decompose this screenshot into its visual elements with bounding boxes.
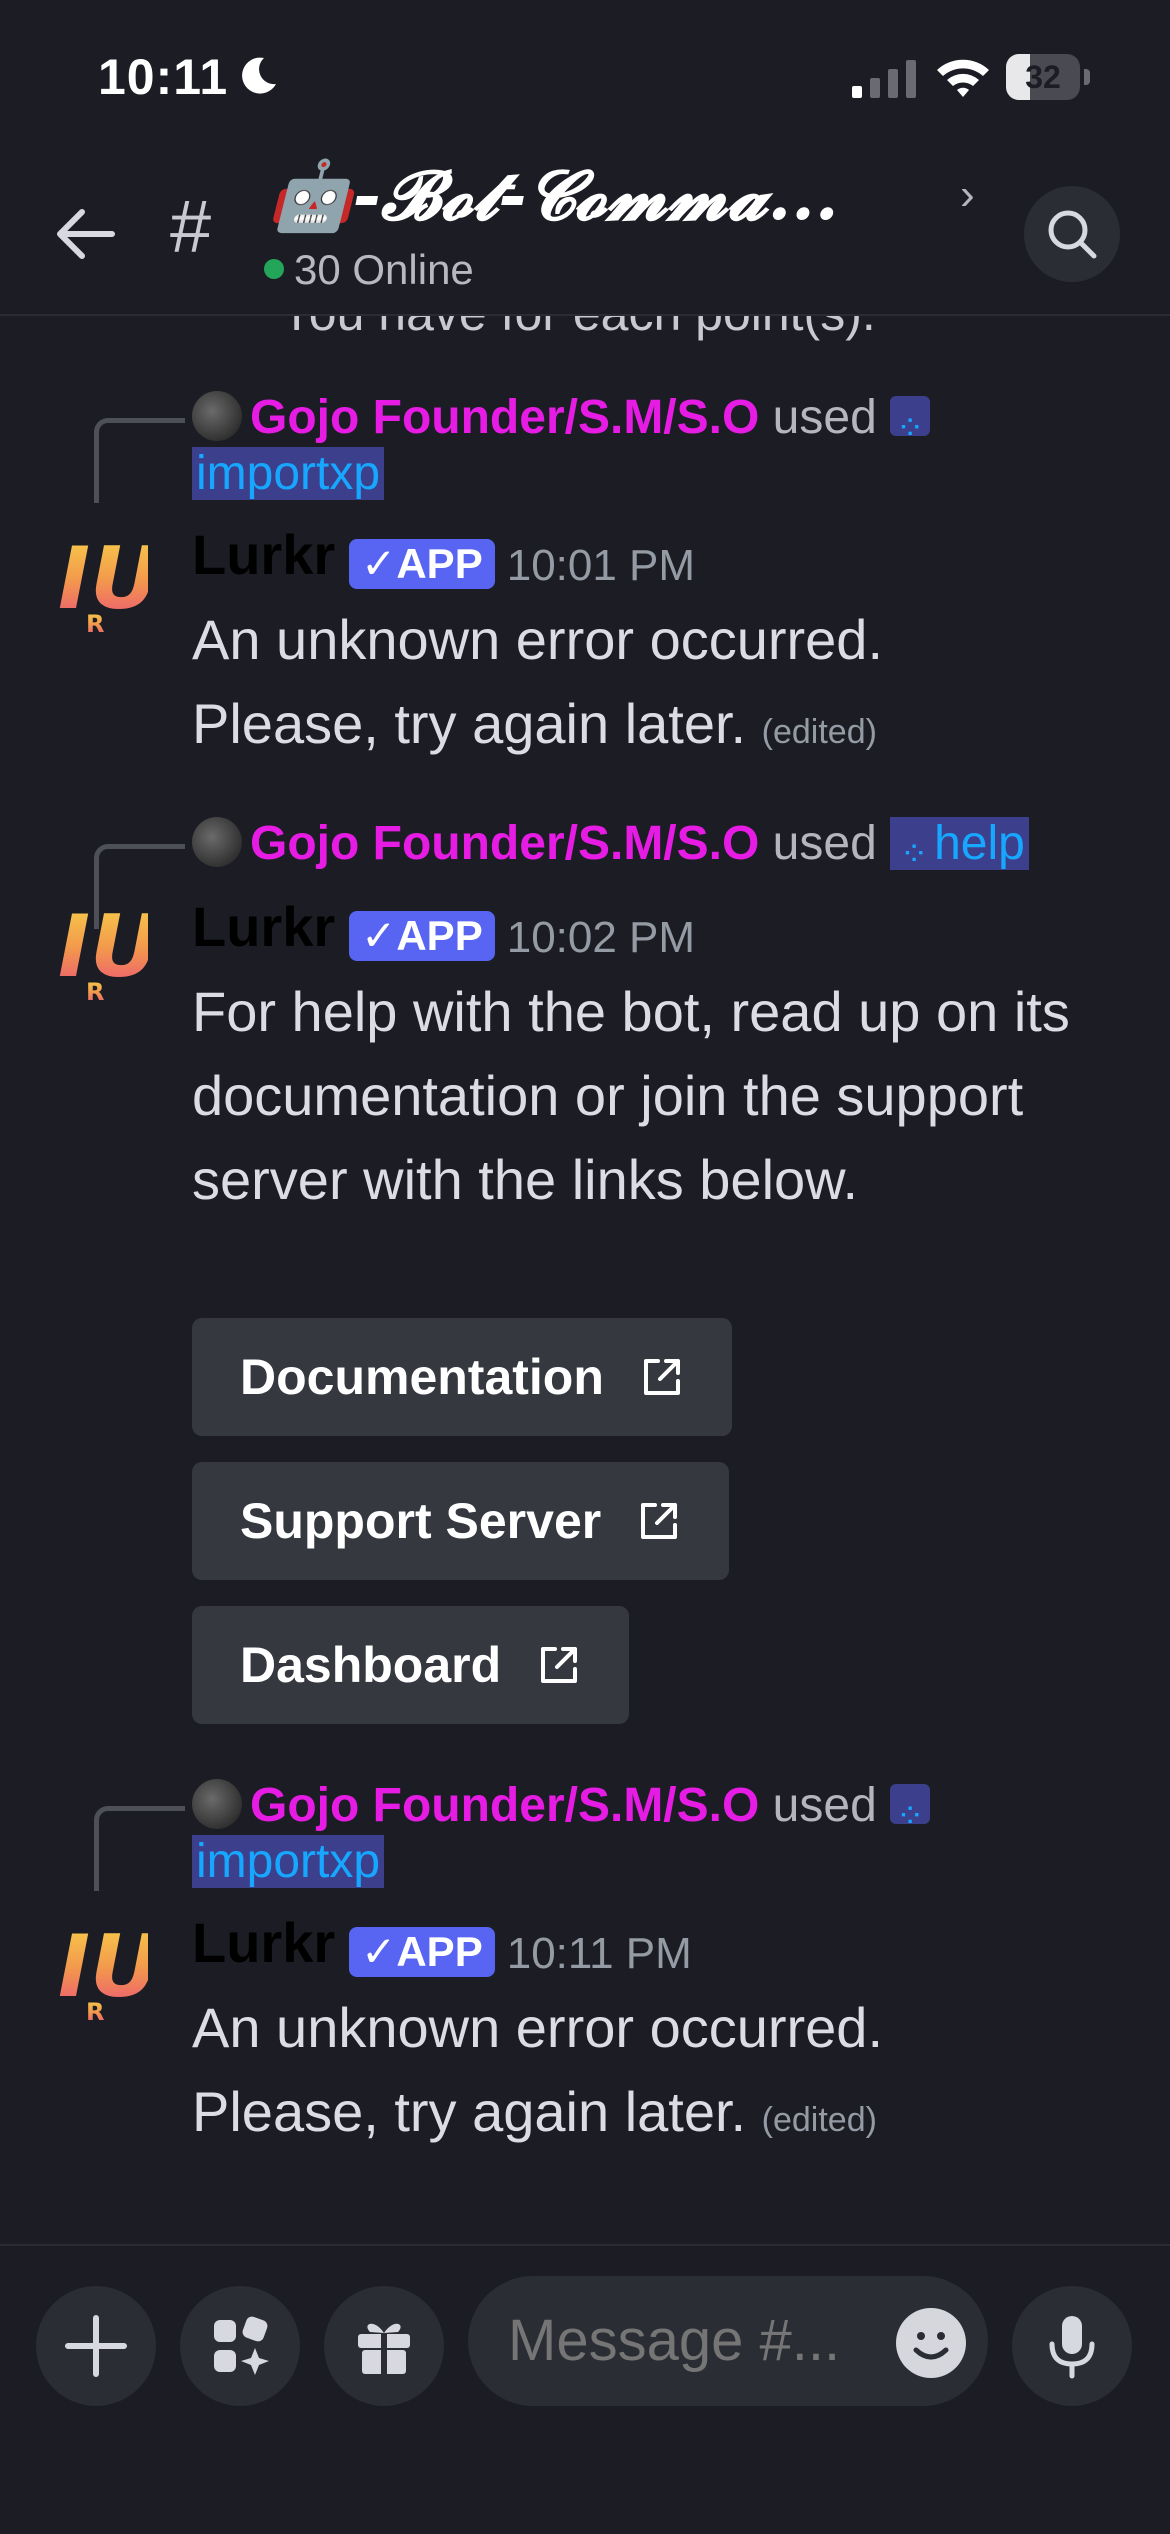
- command-name[interactable]: importxp: [192, 447, 385, 500]
- search-icon: [1048, 210, 1097, 259]
- edited-label: (edited): [761, 713, 877, 751]
- message-composer: [0, 2244, 1170, 2534]
- message-timestamp: 10:01 PM: [506, 540, 696, 590]
- message-text: An unknown error occurred. Please, try a…: [192, 608, 884, 755]
- message-timestamp: 10:11 PM: [506, 1928, 692, 1978]
- channel-header: # 🤖-𝓑𝓸𝓽-𝓒𝓸𝓶𝓶𝓪... › 30 Online: [0, 150, 1170, 316]
- command-icon: [890, 1784, 931, 1825]
- status-time: 10:11: [98, 49, 229, 105]
- author-name[interactable]: Lurkr: [192, 523, 335, 586]
- gift-icon: [358, 2323, 410, 2376]
- wifi-icon: [937, 59, 989, 97]
- online-status-dot: [264, 258, 284, 279]
- lurkr-avatar[interactable]: IU R: [56, 530, 148, 634]
- command-name[interactable]: importxp: [192, 1835, 385, 1888]
- svg-text:R: R: [86, 978, 104, 1002]
- message-header: Lurkr ✓APP 10:01 PM: [192, 522, 695, 595]
- reply-avatar: [192, 817, 242, 868]
- microphone-icon: [1049, 2316, 1095, 2379]
- message-header: Lurkr ✓APP 10:11 PM: [192, 1910, 692, 1983]
- author-name[interactable]: Lurkr: [192, 895, 335, 958]
- command-chip[interactable]: help: [890, 817, 1029, 870]
- reply-connector: [94, 418, 185, 503]
- emoji-button[interactable]: [896, 2308, 966, 2378]
- apps-button[interactable]: [180, 2286, 300, 2406]
- battery-level: 32: [1025, 59, 1061, 95]
- support-server-button[interactable]: Support Server: [192, 1462, 730, 1580]
- channel-hash-icon: #: [170, 185, 212, 268]
- message-text: For help with the bot, read up on its do…: [192, 980, 1070, 1211]
- channel-title: -𝓑𝓸𝓽-𝓒𝓸𝓶𝓶𝓪...: [352, 156, 839, 236]
- reply-username[interactable]: Gojo Founder/S.M/S.O: [250, 391, 759, 444]
- lurkr-avatar[interactable]: IU R: [56, 898, 148, 1002]
- lurkr-avatar[interactable]: IU R: [56, 1918, 148, 2022]
- edited-label: (edited): [761, 2101, 877, 2139]
- add-attachment-button[interactable]: [36, 2286, 156, 2406]
- command-icon: [890, 396, 931, 437]
- command-icon: [894, 822, 934, 862]
- emoji-icon: [913, 2332, 949, 2360]
- author-name[interactable]: Lurkr: [192, 1911, 335, 1974]
- plus-icon: [65, 2315, 127, 2377]
- external-link-icon: [541, 1646, 578, 1683]
- reply-avatar: [192, 1779, 242, 1830]
- command-name: help: [934, 817, 1025, 870]
- moon-icon: [242, 57, 276, 94]
- reply-connector: [94, 1806, 185, 1891]
- reply-username[interactable]: Gojo Founder/S.M/S.O: [250, 817, 759, 870]
- status-bar: 10:11 32: [0, 0, 1170, 150]
- back-arrow-icon[interactable]: [50, 198, 122, 270]
- apps-icon: [214, 2316, 269, 2375]
- battery-icon: 32: [1006, 54, 1090, 102]
- svg-text:R: R: [86, 1998, 104, 2022]
- reply-reference[interactable]: Gojo Founder/S.M/S.O used importxp: [192, 390, 931, 502]
- message-text: An unknown error occurred. Please, try a…: [192, 1996, 884, 2143]
- signal-icon: [852, 60, 916, 98]
- channel-name[interactable]: 🤖-𝓑𝓸𝓽-𝓒𝓸𝓶𝓶𝓪...: [268, 156, 839, 237]
- external-link-icon: [641, 1502, 678, 1539]
- search-button[interactable]: [1024, 186, 1120, 282]
- reply-avatar: [192, 391, 242, 442]
- app-badge: ✓APP: [349, 1926, 495, 1977]
- documentation-button[interactable]: Documentation: [192, 1318, 732, 1436]
- svg-text:R: R: [86, 610, 104, 634]
- voice-message-button[interactable]: [1012, 2286, 1132, 2406]
- reply-reference[interactable]: Gojo Founder/S.M/S.O used help: [192, 816, 1029, 872]
- dashboard-button[interactable]: Dashboard: [192, 1606, 630, 1724]
- message-timestamp: 10:02 PM: [506, 912, 696, 962]
- app-badge: ✓APP: [349, 910, 495, 961]
- external-link-icon: [643, 1358, 680, 1395]
- gift-button[interactable]: [324, 2286, 444, 2406]
- robot-emoji: 🤖: [268, 156, 353, 236]
- message-header: Lurkr ✓APP 10:02 PM: [192, 894, 695, 967]
- online-count: 30 Online: [264, 246, 474, 294]
- reply-reference[interactable]: Gojo Founder/S.M/S.O used importxp: [192, 1778, 931, 1890]
- app-badge: ✓APP: [349, 538, 495, 589]
- chevron-right-icon[interactable]: ›: [960, 170, 975, 220]
- reply-username[interactable]: Gojo Founder/S.M/S.O: [250, 1779, 759, 1832]
